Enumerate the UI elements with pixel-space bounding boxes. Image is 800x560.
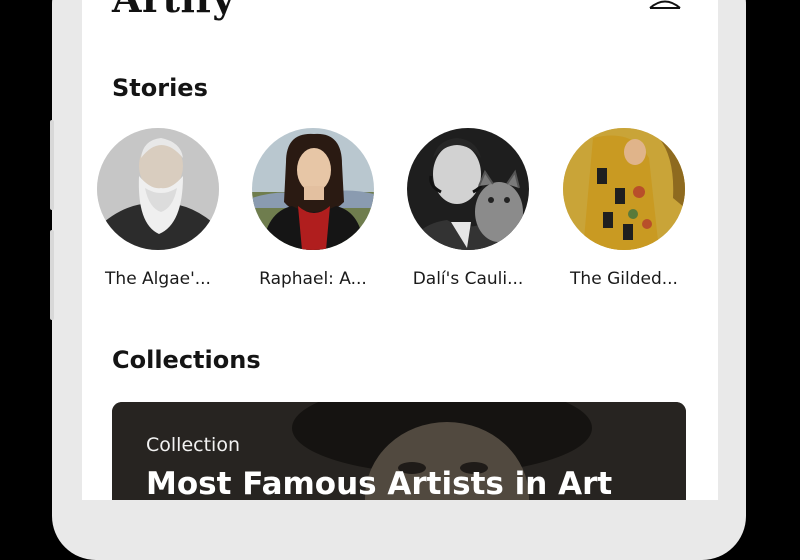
device-side-button xyxy=(50,120,54,210)
story-title: Raphael: A... xyxy=(259,269,367,289)
collections-heading: Collections xyxy=(112,346,261,374)
story-item[interactable]: Dalí's Cauli... xyxy=(392,128,542,298)
story-title: Dalí's Cauli... xyxy=(412,269,524,289)
story-avatar-image xyxy=(252,128,374,250)
device-side-button xyxy=(50,230,54,320)
story-item[interactable]: Raphael: A... xyxy=(237,128,387,298)
person-icon xyxy=(649,0,681,9)
collection-card-tag: Collection xyxy=(146,434,240,456)
story-title: The Gilded... xyxy=(570,269,678,289)
app-screen: Artify Stories The Algae'... xyxy=(82,0,718,500)
collection-card-title: Most Famous Artists in Art xyxy=(146,466,613,500)
story-item[interactable]: The Algae'... xyxy=(82,128,232,298)
story-avatar-image xyxy=(563,128,685,250)
profile-button[interactable] xyxy=(648,0,682,10)
story-avatar-image xyxy=(407,128,529,250)
app-title: Artify xyxy=(112,0,235,21)
stories-carousel[interactable]: The Algae'... Raphael: A... Dalí's Cauli… xyxy=(82,128,718,298)
story-avatar-image xyxy=(97,128,219,250)
stories-heading: Stories xyxy=(112,74,208,102)
story-title: The Algae'... xyxy=(105,269,211,289)
story-item[interactable]: The Gilded... xyxy=(548,128,698,298)
collection-card[interactable]: Collection Most Famous Artists in Art xyxy=(112,402,686,500)
